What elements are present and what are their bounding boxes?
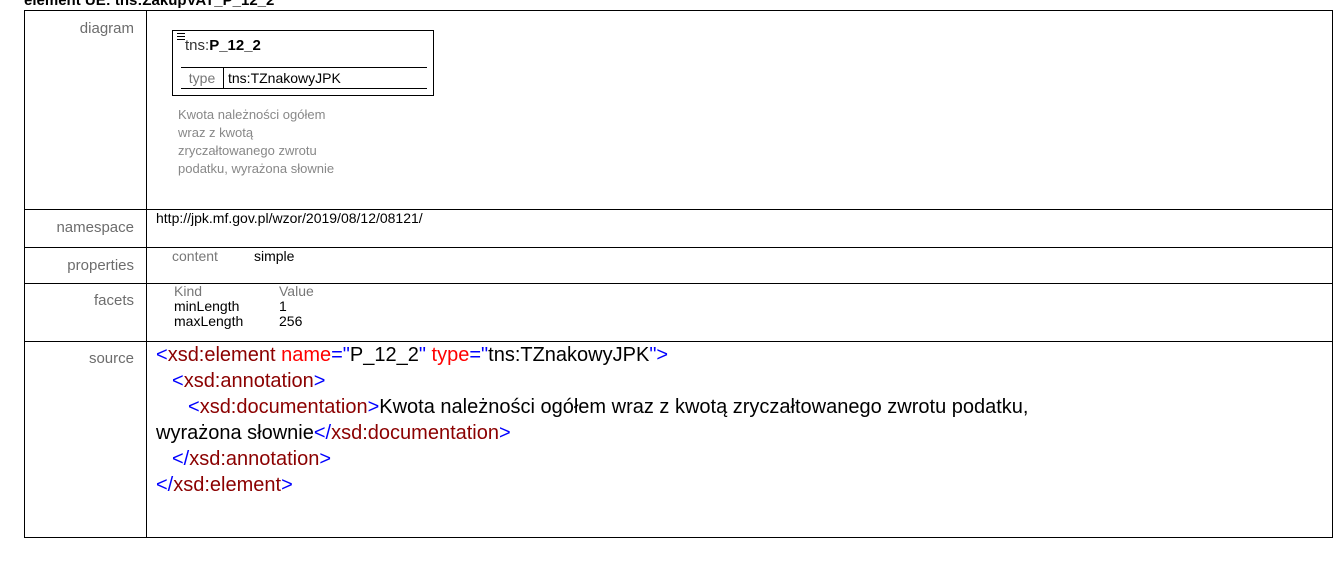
tag-name: xsd:documentation <box>199 396 368 418</box>
attr-value: P_12_2 <box>349 344 419 366</box>
tag-name: xsd:element <box>173 474 282 496</box>
documentation-icon <box>177 33 185 41</box>
lt-slash-glyph: </ <box>313 422 332 444</box>
gt-glyph: > <box>313 370 326 392</box>
name-prefix: tns: <box>185 37 210 54</box>
diagram-type-label: type <box>181 68 224 88</box>
namespace-value: http://jpk.mf.gov.pl/wzor/2019/08/12/081… <box>146 209 1333 248</box>
facets-header-row: Kind Value <box>156 284 1332 299</box>
attr-name: name <box>281 344 332 366</box>
quote-glyph: " <box>418 344 426 366</box>
annotation-line: Kwota należności ogółem <box>178 107 326 122</box>
source-code: <xsd:element name="P_12_2" type="tns:TZn… <box>146 341 1333 538</box>
properties-cell: content simple <box>146 247 1333 284</box>
facets-header-kind: Kind <box>174 283 203 299</box>
lt-glyph: < <box>188 396 200 418</box>
attr-value: tns:TZnakowyJPK <box>488 344 650 366</box>
diagram-type-value: tns:TZnakowyJPK <box>228 70 341 86</box>
annotation-line: zryczałtowanego zwrotu <box>178 143 317 158</box>
facet-kind: maxLength <box>174 313 244 329</box>
facets-row-maxlength: maxLength 256 <box>156 314 1332 329</box>
page-title: element UE: tns:ZakupVAT_P_12_2 <box>24 0 275 9</box>
source-line-1: <xsd:element name="P_12_2" type="tns:TZn… <box>156 342 1332 368</box>
gt-glyph: > <box>281 474 293 496</box>
source-label: source <box>24 341 147 538</box>
tag-name: xsd:element <box>167 344 276 366</box>
diagram-label: diagram <box>24 10 147 210</box>
eq-glyph: =" <box>469 344 489 366</box>
source-line-3: <xsd:documentation>Kwota należności ogół… <box>156 394 1332 420</box>
lt-glyph: < <box>172 370 184 392</box>
lt-glyph: < <box>156 344 168 366</box>
lt-slash-glyph: </ <box>172 448 190 470</box>
diagram-type-row: type tns:TZnakowyJPK <box>181 67 427 89</box>
source-line-4: wyrażona słownie</xsd:documentation> <box>156 420 1332 446</box>
properties-key: content <box>172 248 218 264</box>
namespace-label: namespace <box>24 209 147 248</box>
source-line-5: </xsd:annotation> <box>156 446 1332 472</box>
doc-text: Kwota należności ogółem wraz z kwotą zry… <box>379 396 1029 418</box>
facets-cell: Kind Value minLength 1 maxLength 256 <box>146 283 1333 342</box>
facet-value: 256 <box>279 313 303 329</box>
attr-name: type <box>431 344 470 366</box>
diagram-element-name: tns:P_12_2 <box>185 37 261 54</box>
facets-label: facets <box>24 283 147 342</box>
properties-label: properties <box>24 247 147 284</box>
source-line-6: </xsd:element> <box>156 472 1332 498</box>
lt-slash-glyph: </ <box>156 474 174 496</box>
facet-value: 1 <box>279 298 287 314</box>
eq-glyph: =" <box>331 344 350 366</box>
facet-kind: minLength <box>174 298 240 314</box>
name-local: P_12_2 <box>209 37 261 54</box>
gt-glyph: "> <box>649 344 669 366</box>
source-line-2: <xsd:annotation> <box>156 368 1332 394</box>
diagram-annotation: Kwota należności ogółem wraz z kwotą zry… <box>178 106 398 178</box>
annotation-line: wraz z kwotą <box>178 125 254 140</box>
source-row: source <xsd:element name="P_12_2" type="… <box>24 341 1333 538</box>
tag-name: xsd:annotation <box>183 370 314 392</box>
facets-row: facets Kind Value minLength 1 maxLength 256 <box>24 283 1333 342</box>
annotation-line: podatku, wyrażona słownie <box>178 161 335 176</box>
properties-value: simple <box>254 248 295 264</box>
facets-row-minlength: minLength 1 <box>156 299 1332 314</box>
gt-glyph: > <box>319 448 332 470</box>
tag-name: xsd:annotation <box>189 448 320 470</box>
gt-glyph: > <box>499 422 511 444</box>
tag-name: xsd:documentation <box>331 422 499 444</box>
facets-header-value: Value <box>279 283 314 299</box>
namespace-row: namespace http://jpk.mf.gov.pl/wzor/2019… <box>24 209 1333 248</box>
element-diagram-box: tns:P_12_2 type tns:TZnakowyJPK <box>172 30 434 96</box>
properties-row: properties content simple <box>24 247 1333 284</box>
doc-text: wyrażona słownie <box>156 422 314 444</box>
gt-glyph: > <box>367 396 380 418</box>
